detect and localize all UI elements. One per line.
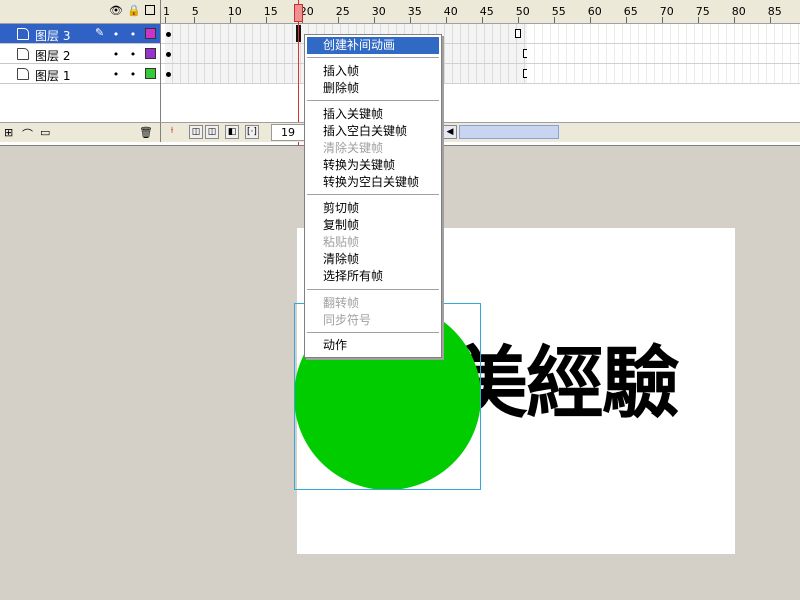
menu-item-reverse-frames: 翻转帧 <box>323 296 360 310</box>
lock-dot[interactable]: • <box>129 28 137 41</box>
ruler-tick-mark <box>445 17 447 23</box>
ruler-tick-mark <box>661 17 663 23</box>
layer-icon <box>17 48 29 60</box>
layer-name: 图层 1 <box>35 69 71 83</box>
frames-area: 1 5 10 15 20 25 30 35 40 45 50 55 60 65 70 75 80 85 <box>160 0 800 122</box>
insert-folder-icon[interactable]: ▭ <box>40 126 50 139</box>
layer-header: 👁 🔒 <box>0 0 160 24</box>
ruler-tick-mark <box>481 17 483 23</box>
layer-name: 图层 2 <box>35 49 71 63</box>
frame-row-layer-1[interactable] <box>161 64 800 84</box>
outline-color-swatch[interactable] <box>145 68 156 79</box>
ruler-tick-mark <box>733 17 735 23</box>
menu-separator <box>307 100 439 101</box>
layer-list: 图层 3 ✎ • • 图层 2 • • 图层 1 • • <box>0 24 160 84</box>
onion-skin-icon[interactable]: ◫ <box>189 125 203 139</box>
menu-item-create-motion-tween[interactable]: 创建补间动画 <box>307 37 439 54</box>
layer-row-3[interactable]: 图层 3 ✎ • • <box>0 24 160 44</box>
horizontal-scroll-thumb[interactable] <box>459 125 559 139</box>
outline-icon[interactable] <box>144 5 156 17</box>
layer-row-1[interactable]: 图层 1 • • <box>0 64 160 84</box>
ruler-tick-mark <box>625 17 627 23</box>
menu-item-select-all-frames[interactable]: 选择所有帧 <box>307 268 439 285</box>
layer-icon <box>17 68 29 80</box>
ruler-tick-mark <box>589 17 591 23</box>
menu-item-remove-frames[interactable]: 删除帧 <box>307 80 439 97</box>
menu-separator <box>307 57 439 58</box>
context-menu: 创建补间动画 插入帧 删除帧插入关键帧 插入空白关键帧 清除关键帧转换为关键帧 转换为空白… <box>304 34 442 358</box>
menu-item-clear-frames[interactable]: 清除帧 <box>307 251 439 268</box>
menu-item-clear-keyframe: 清除关键帧 <box>323 141 384 155</box>
layer-name: 图层 3 <box>35 29 71 43</box>
onion-skin-outlines-icon[interactable]: ◫ <box>205 125 219 139</box>
stage-calligraphy-text[interactable]: 美經驗 <box>450 345 680 423</box>
menu-separator <box>307 289 439 290</box>
insert-layer-icon[interactable]: ⊞ <box>4 126 13 139</box>
ruler-tick-mark <box>193 17 195 23</box>
ruler-tick-mark <box>165 17 166 23</box>
ruler-tick-mark <box>697 17 699 23</box>
playhead-handle[interactable] <box>294 4 303 22</box>
menu-item-synchronize-symbols: 同步符号 <box>323 313 372 327</box>
current-frame-field: 19 <box>271 124 305 141</box>
layer-footer: ⊞ ⌒ ▭ 🗑 <box>0 122 160 142</box>
modify-onion-markers-icon[interactable]: [·] <box>245 125 259 139</box>
ruler-tick-mark <box>337 17 339 23</box>
ruler-tick-mark <box>409 17 411 23</box>
visibility-dot[interactable]: • <box>112 28 120 41</box>
visibility-dot[interactable]: • <box>112 48 120 61</box>
menu-item-insert-blank-keyframe[interactable]: 插入空白关键帧 <box>307 123 439 140</box>
ruler-tick-mark <box>769 17 771 23</box>
menu-item-actions[interactable]: 动作 <box>307 337 439 354</box>
lock-dot[interactable]: • <box>129 48 137 61</box>
ruler-tick-mark <box>373 17 375 23</box>
ruler-tick-mark <box>553 17 555 23</box>
outline-color-swatch[interactable] <box>145 48 156 59</box>
edit-multiple-frames-icon[interactable]: ◧ <box>225 125 239 139</box>
visibility-dot[interactable]: • <box>112 68 120 81</box>
trash-icon[interactable]: 🗑 <box>139 126 153 139</box>
menu-item-cut-frames[interactable]: 剪切帧 <box>307 200 439 217</box>
ruler-tick-mark <box>229 17 231 23</box>
menu-item-insert-keyframe[interactable]: 插入关键帧 <box>307 106 439 123</box>
center-frame-icon[interactable]: ⍿ <box>165 125 179 139</box>
frame-footer: ⍿ ◫ ◫ ◧ [·] 19 ◀ <box>160 122 800 142</box>
menu-item-copy-frames[interactable]: 复制帧 <box>307 217 439 234</box>
layer-icon <box>17 28 29 40</box>
layer-row-2[interactable]: 图层 2 • • <box>0 44 160 64</box>
menu-separator <box>307 332 439 333</box>
scroll-left-arrow[interactable]: ◀ <box>443 125 457 139</box>
menu-item-paste-frames: 粘贴帧 <box>323 235 360 249</box>
ruler-tick-mark <box>265 17 267 23</box>
menu-item-insert-frame[interactable]: 插入帧 <box>307 63 439 80</box>
ruler-tick-mark <box>517 17 519 23</box>
menu-item-convert-to-blank-keyframes[interactable]: 转换为空白关键帧 <box>307 174 439 191</box>
lock-icon[interactable]: 🔒 <box>127 5 141 17</box>
outline-color-swatch[interactable] <box>145 28 156 39</box>
frame-row-layer-3[interactable] <box>161 24 800 44</box>
lock-dot[interactable]: • <box>129 68 137 81</box>
menu-separator <box>307 194 439 195</box>
eye-icon[interactable]: 👁 <box>109 5 123 17</box>
frame-ruler[interactable]: 1 5 10 15 20 25 30 35 40 45 50 55 60 65 70 75 80 85 <box>161 0 800 24</box>
menu-item-convert-to-keyframes[interactable]: 转换为关键帧 <box>307 157 439 174</box>
frame-row-layer-2[interactable] <box>161 44 800 64</box>
pencil-icon: ✎ <box>95 26 105 39</box>
add-guide-layer-icon[interactable]: ⌒ <box>22 126 33 142</box>
